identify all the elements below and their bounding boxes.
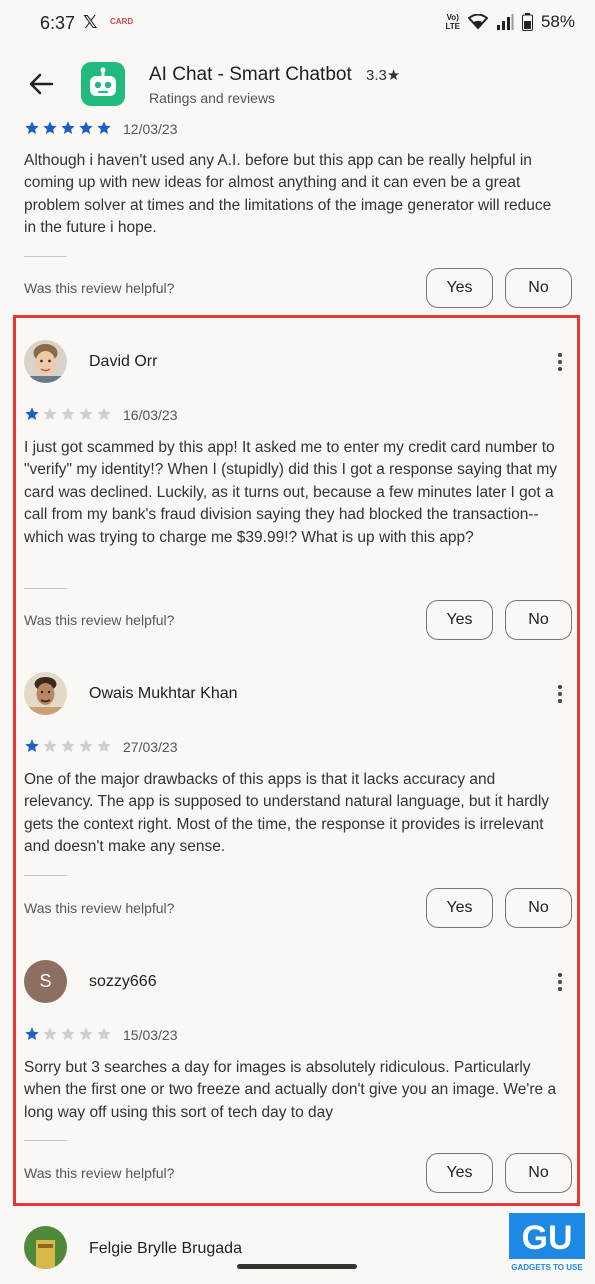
status-time: 6:37 xyxy=(40,13,76,33)
robot-app-icon[interactable] xyxy=(81,62,125,106)
carrier-badge: CARD xyxy=(110,17,134,26)
back-arrow-icon[interactable] xyxy=(24,67,58,101)
volte-icon: Vo) LTE xyxy=(445,13,460,31)
star-filled-icon xyxy=(43,121,57,134)
review-date: 12/03/23 xyxy=(123,121,178,137)
app-rating: 3.3★ xyxy=(366,67,401,84)
avatar xyxy=(24,1226,67,1269)
app-header: AI Chat - Smart Chatbot 3.3★ Ratings and… xyxy=(0,55,595,115)
signal-icon xyxy=(496,14,514,30)
reviewer-name: Felgie Brylle Brugada xyxy=(89,1240,242,1257)
x-logo-icon: 𝕏 xyxy=(83,12,98,32)
star-filled-icon xyxy=(61,121,75,134)
highlight-box xyxy=(13,315,580,1206)
helpful-prompt: Was this review helpful? xyxy=(24,280,175,296)
no-button[interactable]: No xyxy=(505,268,572,308)
star-filled-icon xyxy=(25,121,39,134)
svg-text:GADGETS TO USE: GADGETS TO USE xyxy=(511,1263,583,1272)
svg-text:GU: GU xyxy=(522,1219,573,1257)
app-title: AI Chat - Smart Chatbot xyxy=(149,64,352,85)
star-rating xyxy=(24,120,112,138)
divider xyxy=(24,256,67,257)
star-filled-icon xyxy=(97,121,111,134)
yes-button[interactable]: Yes xyxy=(426,268,493,308)
status-right-group: Vo) LTE 58% xyxy=(445,12,575,32)
home-indicator[interactable] xyxy=(237,1264,357,1269)
gadgets-to-use-logo: GU GADGETS TO USE xyxy=(509,1213,585,1273)
star-filled-icon xyxy=(79,121,93,134)
battery-icon xyxy=(521,13,533,31)
review-text: Although i haven't used any A.I. before … xyxy=(24,152,552,237)
app-subtitle: Ratings and reviews xyxy=(149,90,276,106)
battery-percent: 58% xyxy=(540,12,575,31)
status-bar: 6:37 𝕏 CARD Vo) LTE 58% xyxy=(0,0,595,48)
wifi-icon xyxy=(467,14,488,30)
